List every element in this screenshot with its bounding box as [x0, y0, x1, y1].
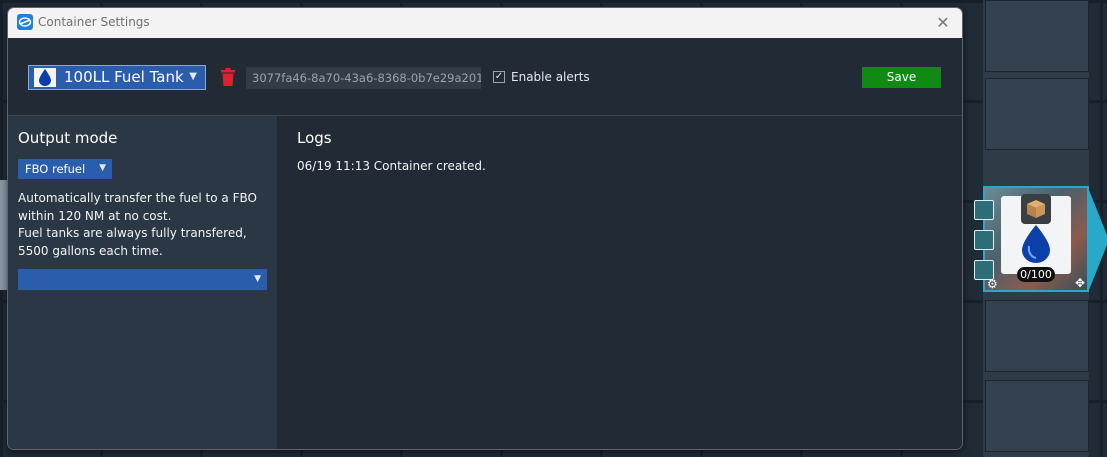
chevron-down-icon: ▼: [254, 274, 261, 284]
node-port[interactable]: [974, 230, 994, 250]
app-icon: [17, 14, 33, 30]
toolbar: 100LL Fuel Tank ▼ 3077fa46-8a70-43a6-836…: [8, 38, 962, 116]
enable-alerts-checkbox[interactable]: ✓: [493, 71, 505, 83]
trash-icon[interactable]: [220, 67, 236, 87]
chevron-down-icon: ▼: [189, 71, 197, 82]
node-output-arrow: [1089, 190, 1107, 290]
window-title: Container Settings: [38, 15, 150, 29]
log-entry: 06/19 11:13 Container created.: [297, 159, 486, 173]
grid-cell: [985, 300, 1089, 372]
grid-cell: [985, 380, 1089, 452]
fbo-select[interactable]: ▼: [18, 269, 267, 290]
save-button[interactable]: Save: [862, 67, 941, 88]
chevron-down-icon: ▼: [99, 163, 106, 173]
title-bar[interactable]: Container Settings ✕: [8, 8, 962, 38]
container-id-field[interactable]: 3077fa46-8a70-43a6-8368-0b7e29a201e0: [246, 67, 481, 89]
description-line: Fuel tanks are always fully transfered, …: [18, 226, 247, 258]
gear-icon[interactable]: ⚙: [987, 277, 998, 291]
output-mode-description: Automatically transfer the fuel to a FBO…: [18, 190, 270, 260]
grid-cell: [985, 0, 1089, 72]
output-mode-title: Output mode: [18, 129, 118, 147]
output-mode-value: FBO refuel: [25, 162, 86, 176]
container-settings-dialog: Container Settings ✕ 100LL Fuel Tank ▼ 3…: [7, 7, 963, 450]
output-mode-panel: Output mode FBO refuel ▼ Automatically t…: [8, 116, 277, 449]
container-name: 100LL Fuel Tank: [64, 68, 184, 86]
box-icon: [1021, 194, 1051, 224]
close-icon[interactable]: ✕: [932, 12, 954, 34]
output-mode-select[interactable]: FBO refuel ▼: [18, 159, 112, 179]
logs-title: Logs: [297, 129, 332, 147]
node-count-badge: 0/100: [1017, 267, 1055, 282]
move-icon[interactable]: ✥: [1075, 276, 1085, 290]
description-line: Automatically transfer the fuel to a FBO…: [18, 191, 257, 223]
container-select[interactable]: 100LL Fuel Tank ▼: [28, 65, 206, 90]
fuel-drop-icon: [34, 68, 56, 87]
enable-alerts-label: Enable alerts: [511, 70, 590, 84]
node-port[interactable]: [974, 200, 994, 220]
logs-panel: Logs 06/19 11:13 Container created.: [278, 116, 962, 449]
grid-cell: [985, 78, 1089, 150]
fuel-drop-icon: [1018, 224, 1054, 264]
